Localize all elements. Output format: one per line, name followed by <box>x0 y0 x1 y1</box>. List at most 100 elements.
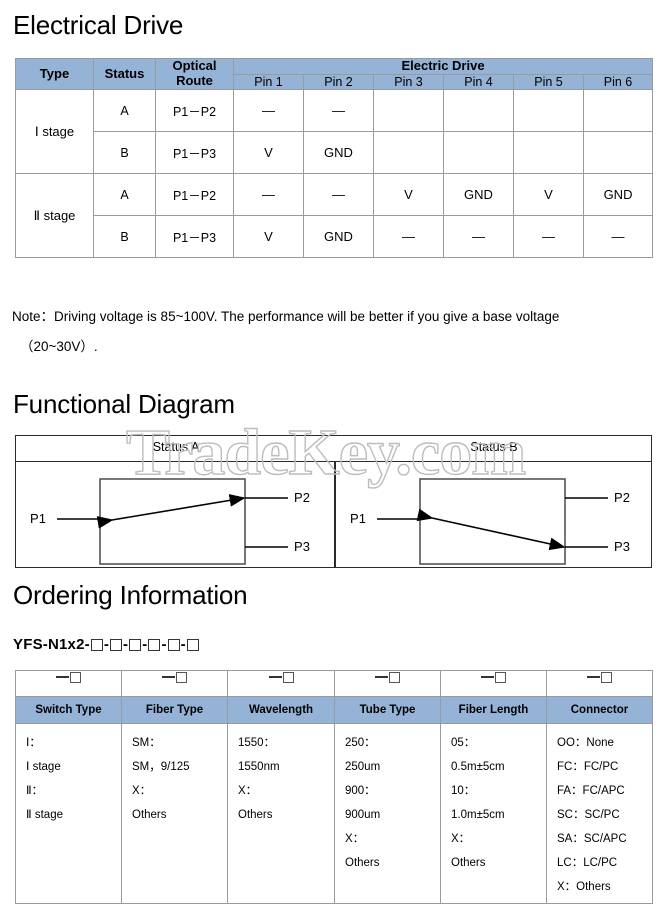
note-block: Note：Driving voltage is 85~100V. The per… <box>12 302 660 362</box>
cell-pin-3 <box>373 89 444 133</box>
part-number-separator: - <box>123 636 129 653</box>
note-line-1: Note：Driving voltage is 85~100V. The per… <box>12 309 560 324</box>
cell-pin-3 <box>373 131 444 175</box>
option-line: OO：None <box>557 737 614 749</box>
diagram-status-b: P1 P2 P3 <box>350 478 630 565</box>
cell-status: A <box>93 89 156 133</box>
options-cell-connector: OO：None FC：FC/PC FA：FC/APC SC：SC/PC SA：SC/AP… <box>546 723 653 904</box>
cell-pin-6 <box>582 131 654 175</box>
label-p3-a: P3 <box>294 539 310 554</box>
option-line: X： <box>132 785 152 797</box>
part-number-box[interactable] <box>110 639 123 652</box>
box-icon <box>176 671 187 683</box>
cell-pin-2: — <box>303 89 374 133</box>
options-cell-wavelength: 1550： 1550nm X： Others <box>227 723 335 904</box>
cell-pin-4: — <box>443 215 514 259</box>
cell-type-stage-1: Ⅰ stage <box>15 89 94 175</box>
label-p1-a: P1 <box>30 511 46 526</box>
header-pin-2: Pin 2 <box>303 73 374 91</box>
options-cell-fiber-length: 05： 0.5m±5cm 10： 1.0m±5cm X： Others <box>440 723 547 904</box>
header-pin-6: Pin 6 <box>582 73 654 91</box>
part-number-separator: - <box>142 636 148 653</box>
box-icon <box>495 671 506 683</box>
cell-pin-5: — <box>513 215 584 259</box>
cell-pin-2: — <box>303 173 374 217</box>
table-row: B P1－P3 V GND — — — — <box>16 215 654 259</box>
part-number-box[interactable] <box>167 639 180 652</box>
box-icon <box>282 671 294 683</box>
option-line: LC：LC/PC <box>557 857 618 869</box>
option-line: 250： <box>345 737 376 749</box>
option-line: SC：SC/PC <box>557 809 620 821</box>
option-line: 900： <box>345 785 376 797</box>
table-row: Ⅰ stage A P1－P2 — — <box>15 89 654 175</box>
option-line: SA：SC/APC <box>557 833 627 845</box>
functional-diagram-frame: Status A Status B P1 P2 P3 P1 P2 P3 <box>15 435 652 568</box>
option-line: 1550： <box>238 737 276 749</box>
cell-pin-2: GND <box>303 131 374 175</box>
part-number-box[interactable] <box>129 639 142 652</box>
header-optical-route: Optical Route <box>155 57 234 91</box>
cell-type-stage-2: Ⅱ stage <box>15 173 94 259</box>
part-number-box[interactable] <box>186 639 199 652</box>
cell-pin-6 <box>582 89 654 133</box>
label-p2-b: P2 <box>614 490 630 505</box>
switch-body-b <box>419 478 566 565</box>
cell-optical-route: P1－P2 <box>155 173 234 217</box>
marker-cell-tube-type <box>334 670 441 697</box>
header-pin-1: Pin 1 <box>233 73 304 91</box>
option-line: Ⅱ： <box>26 785 44 797</box>
marker-cell-switch-type <box>15 670 122 697</box>
cell-pin-4 <box>443 131 514 175</box>
option-line: 900um <box>345 809 381 821</box>
option-line: X： <box>238 785 258 797</box>
part-number-box-group: ----- <box>90 636 200 653</box>
ordering-header-fiber-length: Fiber Length <box>440 696 547 724</box>
dash-icon <box>268 676 282 678</box>
dash-icon <box>56 676 69 678</box>
cell-pin-1: — <box>233 173 304 217</box>
part-number-box[interactable] <box>148 639 161 652</box>
label-p3-b: P3 <box>614 539 630 554</box>
option-line: Ⅰ： <box>26 737 41 749</box>
header-status: Status <box>93 57 156 91</box>
part-number-box[interactable] <box>90 639 103 652</box>
table-row: B P1－P3 V GND <box>16 131 654 175</box>
cell-pin-6: — <box>582 215 654 259</box>
header-pin-3: Pin 3 <box>373 73 444 91</box>
dash-icon <box>481 676 494 678</box>
optical-path-a <box>96 494 246 529</box>
header-pin-5: Pin 5 <box>513 73 584 91</box>
box-icon <box>70 671 81 683</box>
marker-cell-wavelength <box>227 670 335 697</box>
header-electric-drive: Electric Drive <box>232 58 654 75</box>
datasheet-page: Electrical Drive Type Status Optical Rou… <box>0 0 665 908</box>
option-line: Others <box>451 857 486 869</box>
table-header-row-1: Type Status Optical Route Electric Drive <box>15 57 654 91</box>
optical-path-b <box>416 508 566 551</box>
cell-optical-route: P1－P3 <box>155 215 234 259</box>
cell-pin-5 <box>513 131 584 175</box>
option-line: 0.5m±5cm <box>451 761 505 773</box>
diagram-title-status-a: Status A <box>152 440 200 454</box>
option-line: 1550nm <box>238 761 280 773</box>
dash-icon <box>162 676 175 678</box>
cell-pin-4 <box>443 89 514 133</box>
diagram-status-a: P1 P2 P3 <box>30 478 310 565</box>
box-icon <box>389 671 400 683</box>
options-cell-switch-type: Ⅰ： Ⅰ stage Ⅱ： Ⅱ stage <box>15 723 122 904</box>
cell-pin-4: GND <box>443 173 514 217</box>
cell-pin-1: V <box>233 215 304 259</box>
ordering-header-tube-type: Tube Type <box>334 696 441 724</box>
diagram-title-status-b: Status B <box>470 440 518 454</box>
ordering-header-switch-type: Switch Type <box>15 696 122 724</box>
switch-body-a <box>99 478 246 565</box>
ordering-header-connector: Connector <box>546 696 653 724</box>
options-cell-fiber-type: SM： SM，9/125 X： Others <box>121 723 228 904</box>
cell-pin-3: V <box>373 173 444 217</box>
option-line: SM： <box>132 737 161 749</box>
cell-status: A <box>93 173 156 217</box>
part-number-separator: - <box>103 636 110 653</box>
option-line: 10： <box>451 785 476 797</box>
cell-pin-5: V <box>513 173 584 217</box>
